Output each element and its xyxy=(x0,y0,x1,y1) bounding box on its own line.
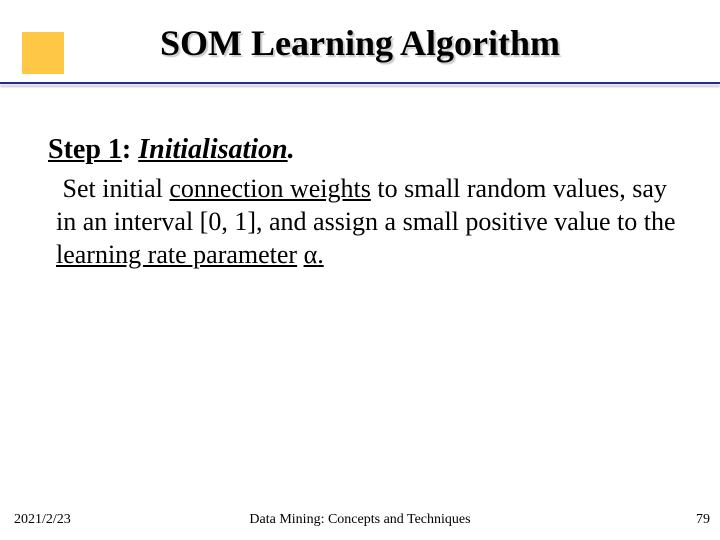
text-learning-rate: learning rate parameter xyxy=(56,240,297,269)
text-tail: . xyxy=(317,240,324,269)
slide: SOM Learning Algorithm Step 1: Initialis… xyxy=(0,0,720,540)
step-paragraph: Set initial connection weights to small … xyxy=(48,172,682,272)
step-name: Initialisation xyxy=(138,134,287,165)
alpha-symbol: α xyxy=(304,240,318,269)
footer-page-number: 79 xyxy=(696,512,710,528)
step-heading: Step 1: Initialisation. xyxy=(48,132,682,168)
step-dot: . xyxy=(288,134,295,165)
slide-body: Step 1: Initialisation. Set initial conn… xyxy=(0,84,720,272)
slide-title: SOM Learning Algorithm xyxy=(40,22,680,64)
title-area: SOM Learning Algorithm xyxy=(0,0,720,84)
text-lead: Set initial xyxy=(63,174,170,203)
footer-date: 2021/2/23 xyxy=(14,512,71,528)
text-connection-weights: connection weights xyxy=(169,174,370,203)
title-underline xyxy=(0,82,720,84)
step-label: Step 1 xyxy=(48,134,122,165)
step-colon: : xyxy=(122,134,131,165)
footer-center: Data Mining: Concepts and Techniques xyxy=(249,512,470,528)
